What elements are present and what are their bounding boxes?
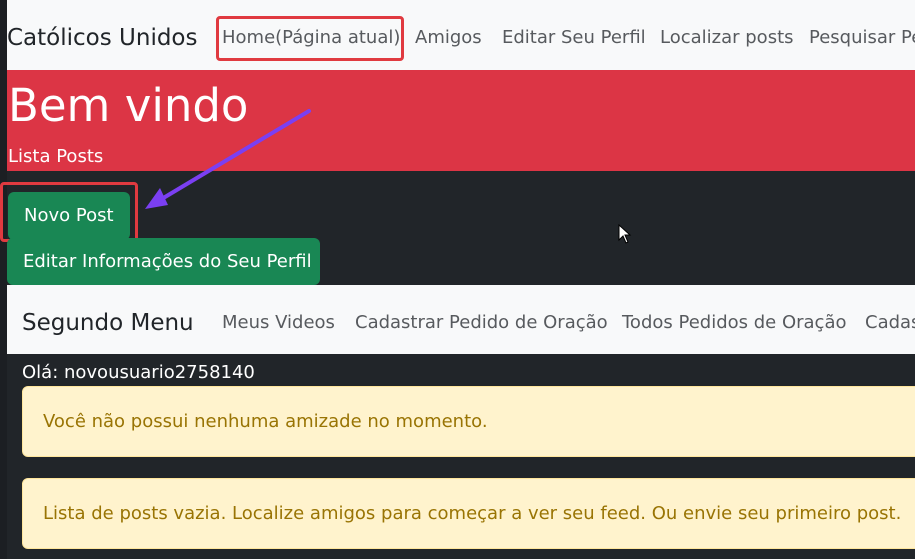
navbar-brand[interactable]: Católicos Unidos bbox=[7, 24, 198, 52]
second-navbar: Segundo Menu Meus Videos Cadastrar Pedid… bbox=[7, 285, 915, 354]
mouse-pointer-icon bbox=[618, 224, 632, 244]
home-highlight-box bbox=[216, 16, 404, 61]
nav-link-cadastrar-truncated[interactable]: Cadas bbox=[865, 311, 915, 335]
nav-link-pesquisar[interactable]: Pesquisar Pe bbox=[809, 26, 915, 50]
new-post-highlight-box bbox=[0, 182, 138, 242]
no-friends-alert: Você não possui nenhuma amizade no momen… bbox=[22, 386, 915, 457]
page: Católicos Unidos Home(Página atual) Amig… bbox=[0, 0, 915, 559]
nav-link-editar-perfil[interactable]: Editar Seu Perfil bbox=[502, 26, 646, 50]
nav-link-localizar-posts[interactable]: Localizar posts bbox=[660, 26, 794, 50]
empty-posts-alert: Lista de posts vazia. Localize amigos pa… bbox=[22, 478, 915, 549]
top-navbar: Católicos Unidos Home(Página atual) Amig… bbox=[7, 0, 915, 70]
left-edge-strip bbox=[0, 0, 7, 559]
edit-profile-button[interactable]: Editar Informações do Seu Perfil bbox=[7, 238, 320, 285]
nav-link-todos-pedidos[interactable]: Todos Pedidos de Oração bbox=[622, 311, 847, 335]
second-menu-brand[interactable]: Segundo Menu bbox=[22, 309, 194, 337]
no-friends-alert-text: Você não possui nenhuma amizade no momen… bbox=[43, 410, 488, 432]
user-greeting: Olá: novousuario2758140 bbox=[22, 362, 255, 383]
nav-link-cadastrar-pedido[interactable]: Cadastrar Pedido de Oração bbox=[355, 311, 608, 335]
empty-posts-alert-text: Lista de posts vazia. Localize amigos pa… bbox=[43, 502, 902, 524]
page-subtitle: Lista Posts bbox=[8, 146, 104, 167]
nav-link-meus-videos[interactable]: Meus Videos bbox=[222, 311, 335, 335]
nav-link-amigos[interactable]: Amigos bbox=[415, 26, 482, 50]
page-title: Bem vindo bbox=[8, 79, 249, 132]
welcome-jumbotron: Bem vindo Lista Posts bbox=[7, 70, 915, 171]
